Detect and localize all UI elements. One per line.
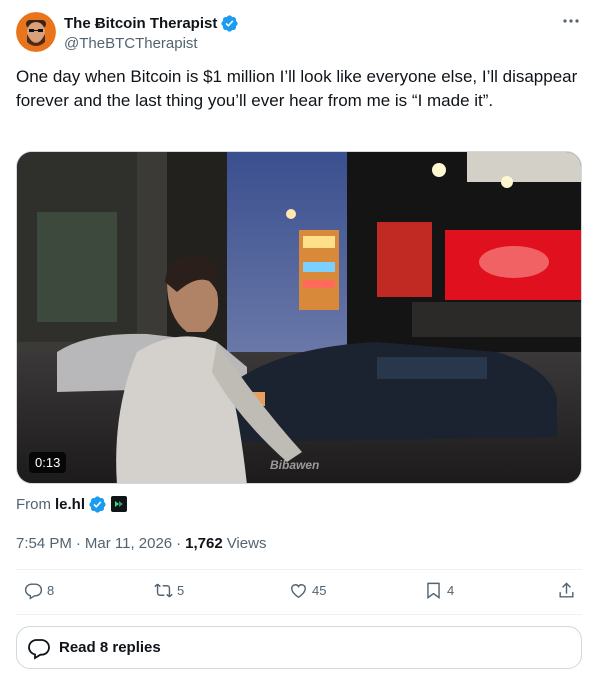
- affiliate-badge-icon: [111, 496, 128, 512]
- reply-count: 8: [47, 583, 55, 598]
- tweet-text: One day when Bitcoin is $1 million I’ll …: [16, 67, 578, 110]
- verified-badge-icon: [89, 495, 106, 513]
- action-bar: 8 5 45 4: [0, 581, 598, 607]
- heart-icon: [291, 584, 306, 599]
- bookmark-icon: [427, 582, 440, 600]
- tweet-time[interactable]: 7:54 PM: [16, 535, 72, 552]
- bookmark-button[interactable]: 4: [424, 581, 454, 600]
- video-watermark: Bibawen: [270, 458, 320, 472]
- attribution-handle[interactable]: le.hl: [55, 496, 85, 513]
- author-info: The Ƀitcoin Therapist @TheBTCTherapist: [64, 13, 239, 52]
- bookmark-count: 4: [447, 583, 455, 598]
- tweet-card: The Ƀitcoin Therapist @TheBTCTherapist O…: [0, 0, 598, 679]
- author-avatar[interactable]: [16, 12, 56, 52]
- repost-icon: [154, 583, 173, 598]
- more-options-button[interactable]: [560, 10, 582, 32]
- verified-badge-icon: [221, 14, 238, 32]
- views-label: Views: [226, 534, 267, 552]
- like-count: 45: [312, 583, 327, 598]
- views-count: 1,762: [185, 534, 223, 552]
- speech-bubble-icon: [28, 638, 50, 660]
- attribution-prefix: From: [16, 495, 51, 513]
- author-display-name[interactable]: The Ƀitcoin Therapist: [64, 15, 217, 32]
- source-attribution: From le.hl: [16, 494, 128, 514]
- meta-separator: ·: [176, 534, 182, 552]
- tweet-date[interactable]: Mar 11, 2026: [85, 535, 172, 552]
- divider: [16, 614, 582, 615]
- meta-separator: ·: [75, 534, 81, 552]
- share-icon: [559, 582, 574, 598]
- divider: [16, 569, 582, 570]
- share-button[interactable]: [557, 581, 576, 600]
- like-button[interactable]: 45: [289, 581, 326, 600]
- video-player[interactable]: 0:13 Bibawen: [16, 151, 582, 484]
- author-handle[interactable]: @TheBTCTherapist: [64, 35, 239, 52]
- more-dots-icon: [563, 19, 579, 23]
- read-replies-button[interactable]: Read 8 replies: [16, 626, 582, 669]
- repost-count: 5: [177, 583, 185, 598]
- repost-button[interactable]: 5: [154, 581, 184, 600]
- video-duration: 0:13: [29, 452, 67, 473]
- video-thumbnail: [17, 152, 581, 483]
- reply-button[interactable]: 8: [24, 581, 54, 600]
- reply-icon: [24, 583, 43, 600]
- tweet-meta: 7:54 PM · Mar 11, 2026 · 1,762 Views: [16, 533, 266, 553]
- read-replies-label: Read 8 replies: [59, 639, 161, 656]
